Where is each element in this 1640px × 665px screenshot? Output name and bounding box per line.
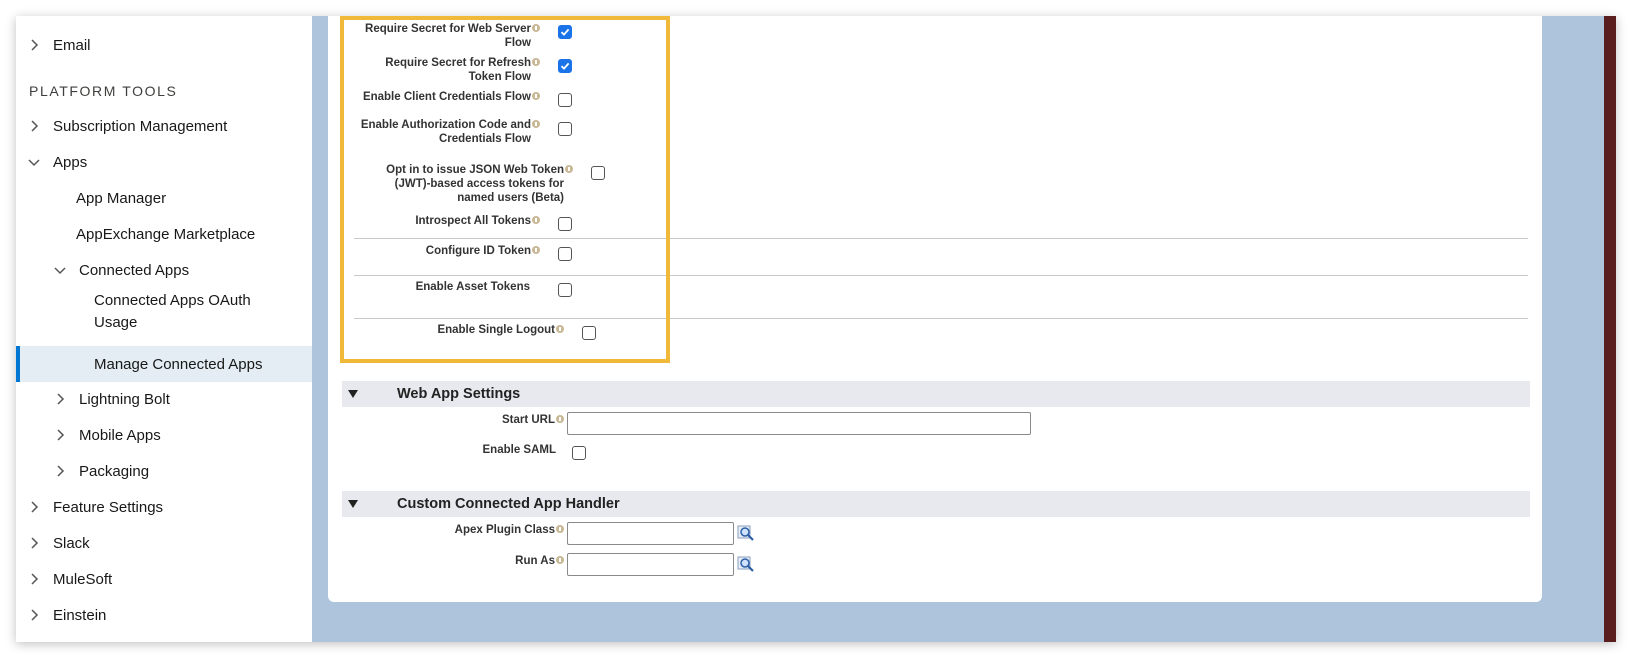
sidebar-item-label: Slack xyxy=(53,534,90,552)
setup-sidebar: Email PLATFORM TOOLS Subscription Manage… xyxy=(16,16,312,642)
help-icon[interactable] xyxy=(556,556,564,564)
enable-saml-checkbox[interactable] xyxy=(572,446,586,460)
sidebar-item-app-manager[interactable]: App Manager xyxy=(16,180,312,216)
sidebar-item-email[interactable]: Email xyxy=(16,27,312,63)
sidebar-item-label: Einstein xyxy=(53,606,107,624)
chevron-right-icon[interactable] xyxy=(27,572,41,586)
chevron-right-icon[interactable] xyxy=(27,536,41,550)
connected-app-edit-panel: Require Secret for Web Server Flow Requi… xyxy=(328,16,1542,602)
sidebar-item-label: Feature Settings xyxy=(53,498,164,516)
chevron-right-icon[interactable] xyxy=(27,38,41,52)
run-as-label: Run As xyxy=(515,554,564,568)
custom-handler-header[interactable]: Custom Connected App Handler xyxy=(342,491,1530,517)
sidebar-item-mobile-apps[interactable]: Mobile Apps xyxy=(16,417,312,453)
sidebar-item-slack[interactable]: Slack xyxy=(16,525,312,561)
chevron-down-icon[interactable] xyxy=(27,155,41,169)
chevron-right-icon[interactable] xyxy=(53,392,67,406)
chevron-right-icon[interactable] xyxy=(27,119,41,133)
help-icon[interactable] xyxy=(556,525,564,533)
apex-plugin-class-input[interactable] xyxy=(567,522,734,545)
sidebar-item-label: Apps xyxy=(53,153,88,171)
sidebar-item-label: Lightning Bolt xyxy=(79,390,170,408)
collapse-triangle-icon[interactable] xyxy=(348,500,358,508)
sidebar-item-subscription-management[interactable]: Subscription Management xyxy=(16,108,312,144)
run-as-input[interactable] xyxy=(567,553,734,576)
web-app-settings-header[interactable]: Web App Settings xyxy=(342,381,1530,407)
sidebar-item-connected-apps[interactable]: Connected Apps xyxy=(16,252,312,288)
enable-saml-label: Enable SAML xyxy=(482,444,556,456)
lookup-magnifier-icon[interactable] xyxy=(737,555,755,573)
sidebar-item-label: AppExchange Marketplace xyxy=(76,225,256,243)
start-url-input[interactable] xyxy=(567,412,1031,435)
lookup-magnifier-icon[interactable] xyxy=(737,524,755,542)
section-title: Web App Settings xyxy=(397,386,521,402)
sidebar-item-packaging[interactable]: Packaging xyxy=(16,453,312,489)
sidebar-item-label: Mobile Apps xyxy=(79,426,161,444)
window-edge xyxy=(1604,16,1616,642)
sidebar-item-einstein[interactable]: Einstein xyxy=(16,597,312,633)
section-title: Custom Connected App Handler xyxy=(397,496,620,512)
sidebar-item-manage-connected-apps[interactable]: Manage Connected Apps xyxy=(16,346,312,382)
sidebar-item-label: Packaging xyxy=(79,462,150,480)
help-icon[interactable] xyxy=(556,415,564,423)
sidebar-item-appexchange-marketplace[interactable]: AppExchange Marketplace xyxy=(16,216,312,252)
collapse-triangle-icon[interactable] xyxy=(348,390,358,398)
sidebar-item-label: Connected Apps xyxy=(79,261,190,279)
sidebar-item-label: App Manager xyxy=(76,189,167,207)
sidebar-item-mulesoft[interactable]: MuleSoft xyxy=(16,561,312,597)
chevron-right-icon[interactable] xyxy=(27,500,41,514)
sidebar-item-lightning-bolt[interactable]: Lightning Bolt xyxy=(16,381,312,417)
sidebar-item-label: Subscription Management xyxy=(53,117,228,135)
sidebar-item-label: MuleSoft xyxy=(53,570,113,588)
highlight-box xyxy=(340,16,670,363)
chevron-right-icon[interactable] xyxy=(27,608,41,622)
chevron-down-icon[interactable] xyxy=(53,263,67,277)
apex-plugin-class-label: Apex Plugin Class xyxy=(455,523,564,537)
chevron-right-icon[interactable] xyxy=(53,464,67,478)
sidebar-item-connected-apps-oauth-usage[interactable]: Connected Apps OAuth Usage xyxy=(16,290,312,338)
chevron-right-icon[interactable] xyxy=(53,428,67,442)
sidebar-item-feature-settings[interactable]: Feature Settings xyxy=(16,489,312,525)
start-url-label: Start URL xyxy=(502,413,564,427)
sidebar-item-label: Email xyxy=(53,36,91,54)
section-header-platform-tools: PLATFORM TOOLS xyxy=(29,83,178,99)
sidebar-item-label: Connected Apps OAuth Usage xyxy=(94,292,251,331)
app-window: Email PLATFORM TOOLS Subscription Manage… xyxy=(16,16,1616,642)
sidebar-item-apps[interactable]: Apps xyxy=(16,144,312,180)
sidebar-item-label: Manage Connected Apps xyxy=(94,355,263,373)
